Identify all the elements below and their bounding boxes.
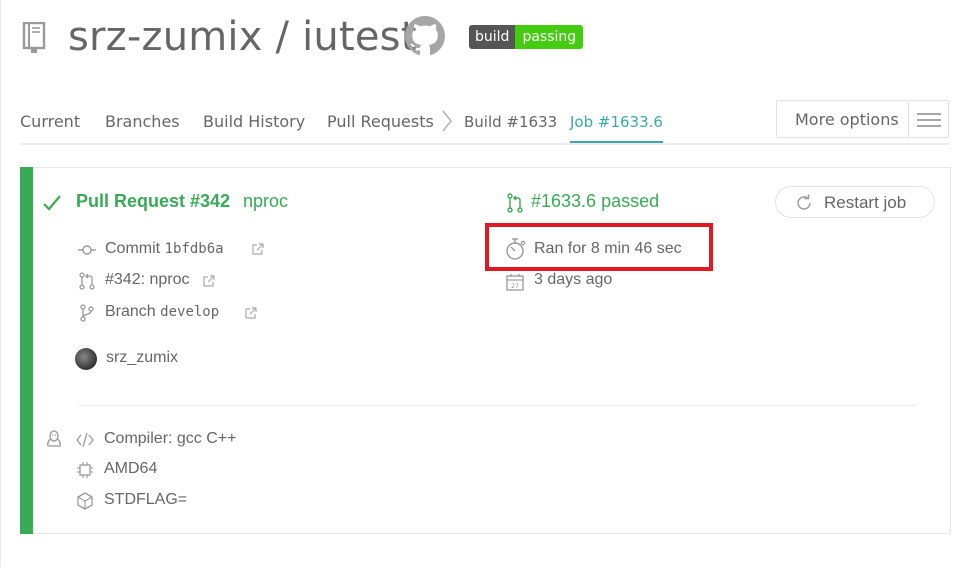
- restart-icon: [797, 194, 811, 210]
- breadcrumb-build[interactable]: Build #1633: [464, 113, 557, 131]
- avatar: [75, 348, 97, 370]
- job-finished-time: 3 days ago: [534, 271, 613, 288]
- restart-job-button[interactable]: Restart job: [775, 186, 935, 218]
- external-link-icon[interactable]: [252, 243, 264, 255]
- restart-job-label: Restart job: [824, 193, 907, 212]
- more-options-separator: [908, 101, 909, 137]
- nav-divider: [20, 143, 950, 145]
- pull-request-icon: [79, 272, 95, 290]
- duration-highlight-box: [485, 223, 713, 271]
- card-divider: [78, 405, 916, 406]
- tab-build-history[interactable]: Build History: [203, 112, 305, 131]
- chevron-right-icon: [442, 110, 452, 132]
- tab-branches[interactable]: Branches: [105, 112, 180, 131]
- author-name: srz_zumix: [106, 349, 179, 366]
- status-bar: [20, 167, 33, 534]
- commit-icon: [78, 245, 96, 255]
- breadcrumb-job[interactable]: Job #1633.6: [570, 113, 663, 143]
- tab-current[interactable]: Current: [20, 112, 80, 131]
- env-info: STDFLAG=: [104, 491, 188, 508]
- svg-text:27: 27: [511, 283, 519, 290]
- commit-link[interactable]: Commit 1bfdb6a: [105, 240, 224, 258]
- check-icon: [43, 195, 61, 211]
- calendar-icon: 27: [506, 274, 524, 291]
- linux-icon: [46, 430, 62, 447]
- more-options-button[interactable]: More options: [776, 100, 949, 138]
- hamburger-icon[interactable]: [917, 112, 941, 128]
- pull-request-branch: nproc: [243, 191, 289, 211]
- page-left-border: [0, 0, 1, 567]
- repo-icon: [22, 22, 46, 53]
- architecture-info: AMD64: [104, 460, 158, 477]
- external-link-icon[interactable]: [203, 275, 215, 287]
- cpu-icon: [77, 462, 93, 478]
- badge-label: build: [469, 25, 516, 49]
- pull-request-icon: [507, 193, 523, 213]
- branch-icon: [80, 304, 94, 322]
- job-status[interactable]: #1633.6 passed: [531, 191, 659, 212]
- commit-hash: 1bfdb6a: [164, 241, 224, 257]
- external-link-icon[interactable]: [245, 307, 257, 319]
- branch-link[interactable]: Branch develop: [105, 303, 219, 321]
- code-icon: [76, 432, 94, 448]
- branch-label: Branch: [105, 303, 156, 320]
- tab-pull-requests[interactable]: Pull Requests: [327, 112, 434, 131]
- github-icon[interactable]: [405, 16, 445, 56]
- pull-request-ref[interactable]: #342: nproc: [105, 271, 190, 289]
- commit-label: Commit: [105, 240, 161, 257]
- compiler-info: Compiler: gcc C++: [104, 430, 237, 447]
- branch-value: develop: [160, 304, 220, 320]
- badge-status: passing: [515, 25, 584, 49]
- build-status-badge[interactable]: build passing: [469, 25, 584, 49]
- box-icon: [77, 492, 93, 510]
- repo-title[interactable]: srz-zumix / iutest: [68, 10, 417, 64]
- more-options-label: More options: [795, 110, 899, 129]
- pull-request-title[interactable]: Pull Request #342: [76, 191, 230, 212]
